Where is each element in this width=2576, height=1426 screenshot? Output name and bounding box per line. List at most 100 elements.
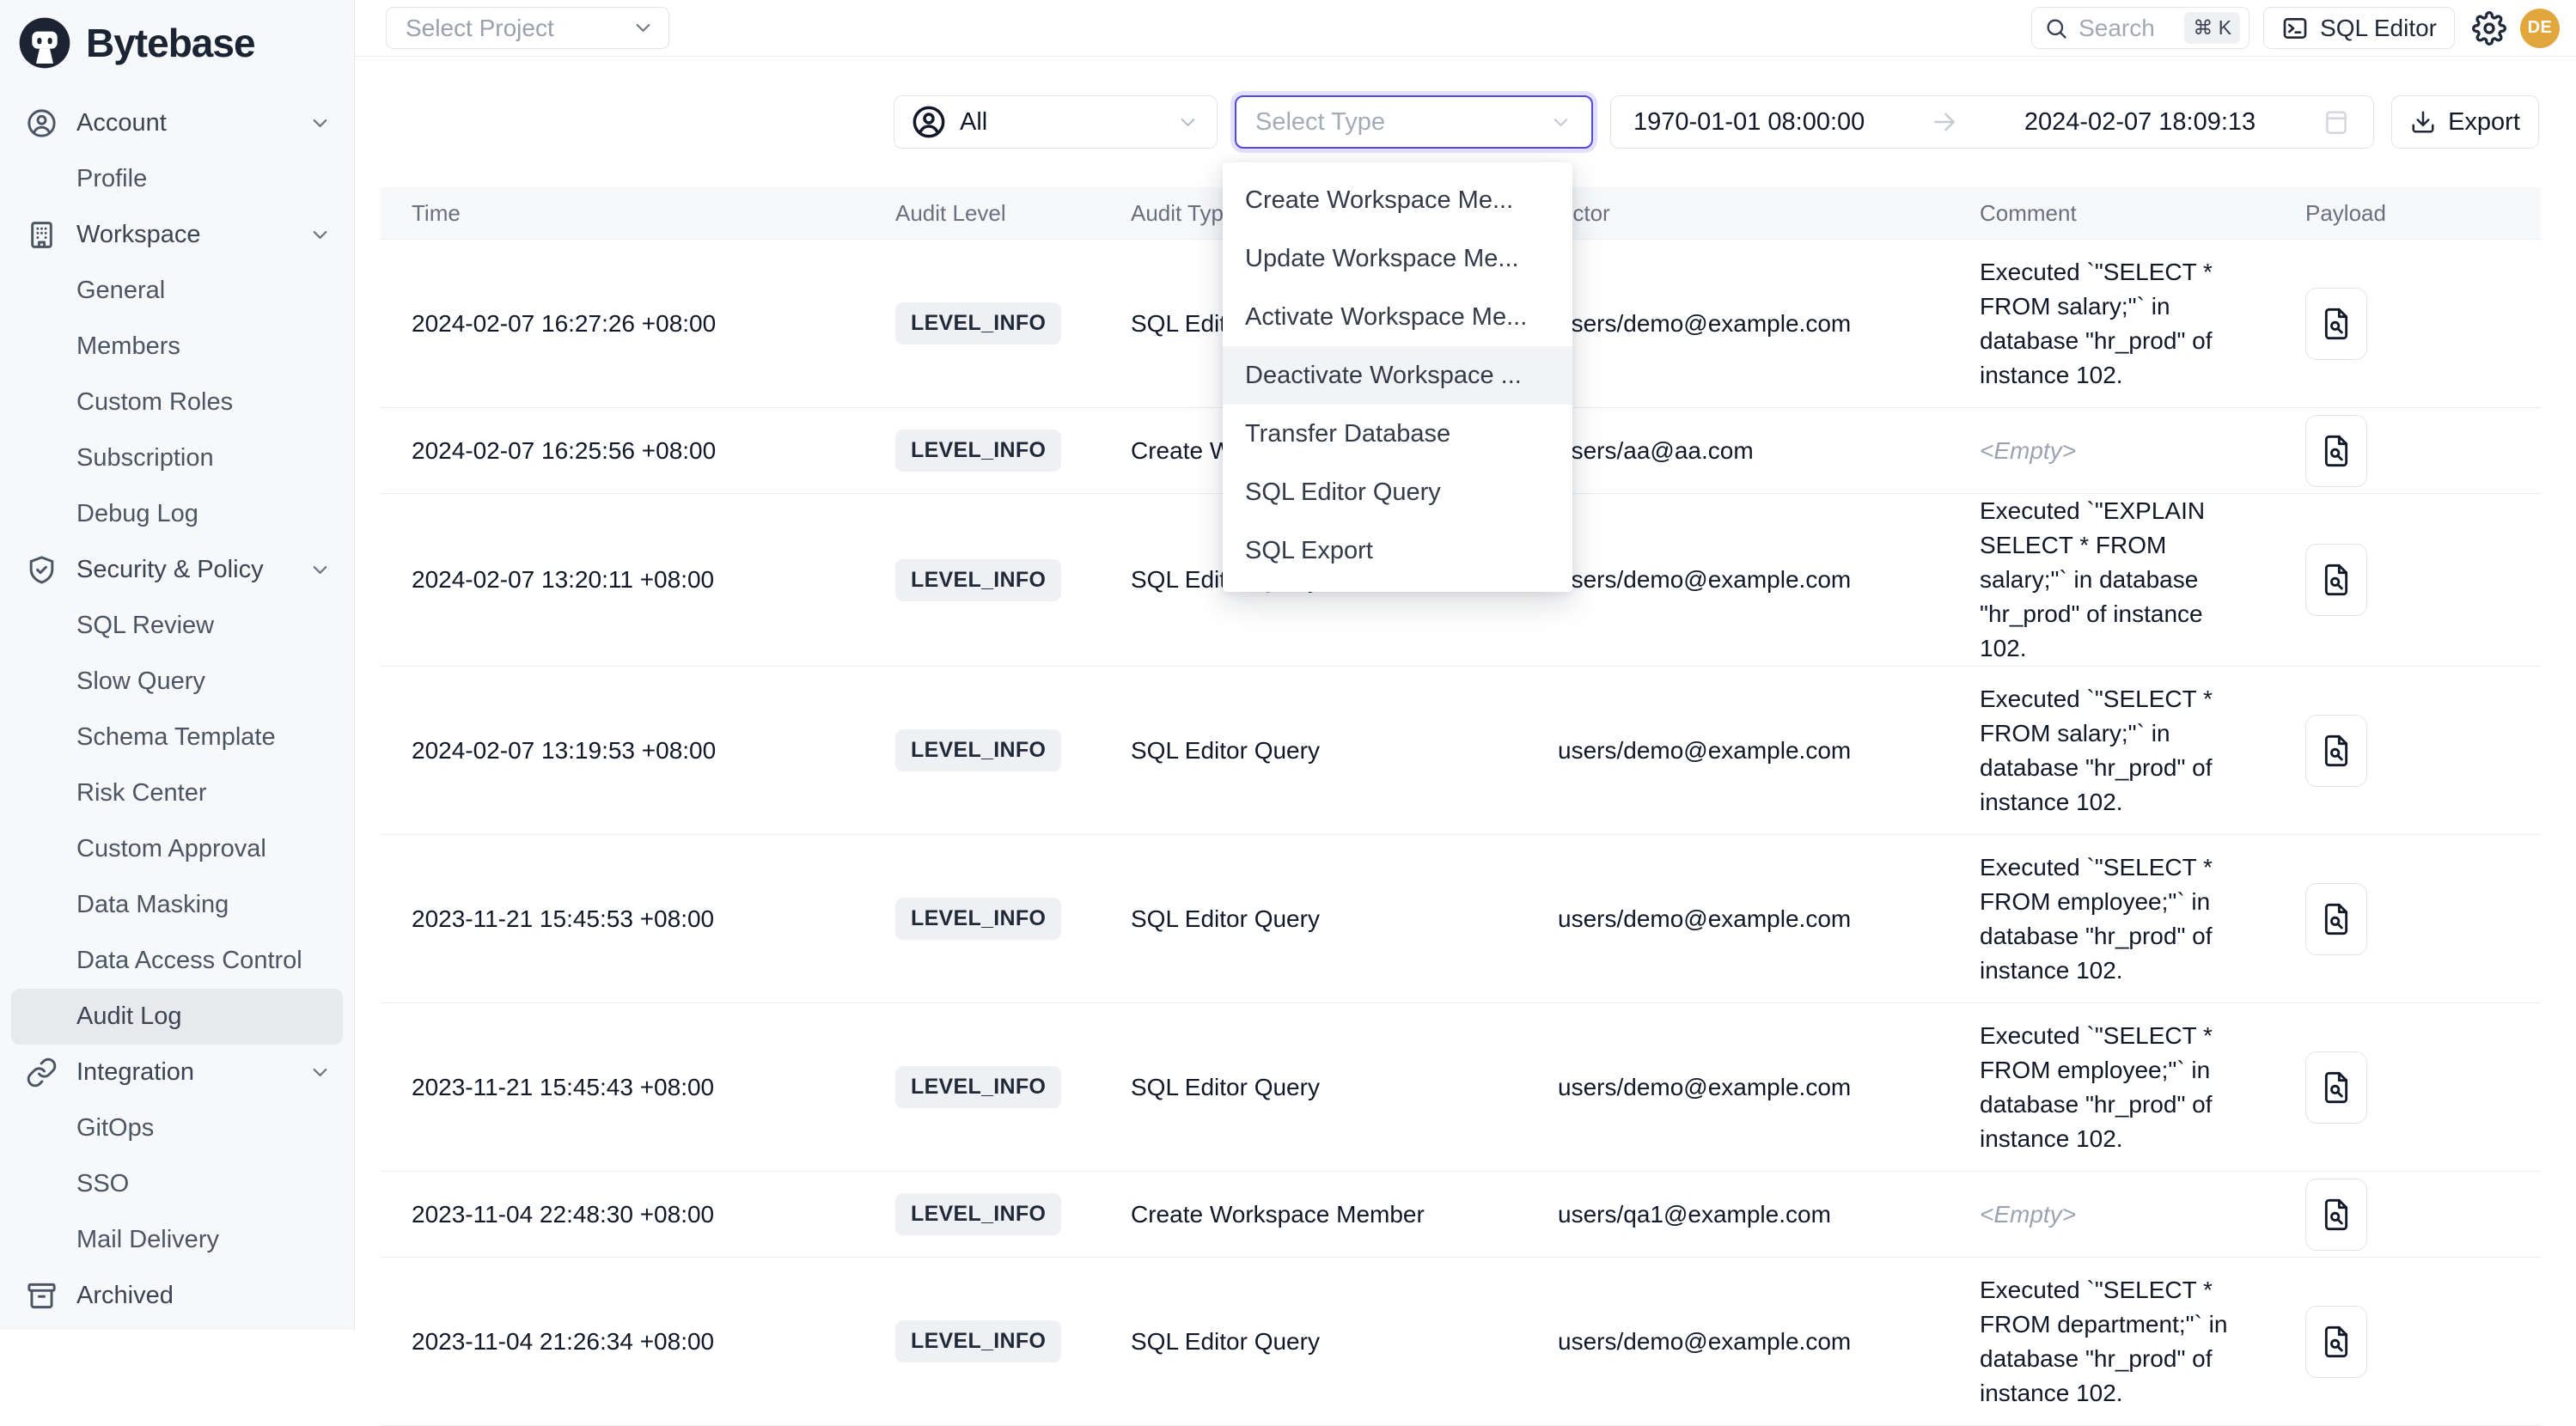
search-input[interactable]: Search ⌘ K: [2031, 7, 2249, 49]
sidebar-group-archived[interactable]: Archived: [0, 1268, 354, 1324]
chevron-down-icon: [632, 16, 655, 40]
cell-audit-level: LEVEL_INFO: [864, 898, 1100, 940]
brand-name: Bytebase: [86, 20, 255, 66]
actor-filter-select[interactable]: All: [894, 95, 1218, 149]
cell-actor: users/demo@example.com: [1527, 905, 1949, 933]
user-circle-icon: [26, 107, 58, 139]
table-row: 2023-11-21 15:45:43 +08:00LEVEL_INFOSQL …: [381, 1003, 2541, 1172]
sidebar-item-label: Subscription: [76, 444, 214, 472]
file-search-icon: [2319, 902, 2353, 936]
type-filter-placeholder: Select Type: [1255, 108, 1385, 137]
cell-time: 2023-11-04 22:48:30 +08:00: [381, 1201, 864, 1228]
search-shortcut-badge: ⌘ K: [2184, 12, 2240, 44]
brand-logo[interactable]: Bytebase: [0, 0, 354, 82]
cell-audit-level: LEVEL_INFO: [864, 1320, 1100, 1362]
column-header-payload: Payload: [2274, 200, 2541, 227]
sidebar-group-label: Security & Policy: [76, 556, 290, 584]
project-select[interactable]: Select Project: [386, 7, 669, 49]
comment-text: Executed `"SELECT * FROM salary;"` in da…: [1980, 682, 2244, 820]
sidebar-item-gitops[interactable]: GitOps: [11, 1100, 343, 1156]
download-icon: [2410, 109, 2436, 135]
payload-view-button[interactable]: [2305, 544, 2367, 616]
payload-view-button[interactable]: [2305, 715, 2367, 787]
terminal-icon: [2281, 15, 2309, 42]
building-icon: [26, 219, 58, 251]
cell-actor: users/demo@example.com: [1527, 1328, 1949, 1356]
sidebar-item-schema-template[interactable]: Schema Template: [11, 710, 343, 765]
sidebar-item-profile[interactable]: Profile: [11, 151, 343, 207]
sidebar-item-custom-approval[interactable]: Custom Approval: [11, 821, 343, 877]
sidebar-item-label: Mail Delivery: [76, 1226, 219, 1254]
sidebar-item-sso[interactable]: SSO: [11, 1156, 343, 1212]
chevron-down-icon: [308, 1061, 332, 1084]
cell-comment: Executed `"SELECT * FROM employee;"` in …: [1949, 1019, 2274, 1156]
chevron-down-icon: [308, 558, 332, 582]
sidebar-item-label: Data Access Control: [76, 947, 302, 975]
column-header-time: Time: [381, 200, 864, 227]
payload-view-button[interactable]: [2305, 415, 2367, 487]
gear-icon[interactable]: [2472, 11, 2506, 46]
cell-comment: Executed `"EXPLAIN SELECT * FROM salary;…: [1949, 494, 2274, 666]
type-option-deactivate-workspace[interactable]: Deactivate Workspace ...: [1223, 346, 1572, 405]
sql-editor-button[interactable]: SQL Editor: [2263, 7, 2455, 49]
user-circle-icon: [912, 105, 946, 139]
sidebar-item-general[interactable]: General: [11, 263, 343, 319]
type-option-activate-workspace-me[interactable]: Activate Workspace Me...: [1223, 288, 1572, 346]
export-button[interactable]: Export: [2391, 95, 2539, 149]
cell-actor: users/demo@example.com: [1527, 737, 1949, 765]
type-option-sql-editor-query[interactable]: SQL Editor Query: [1223, 463, 1572, 521]
sidebar-item-sql-review[interactable]: SQL Review: [11, 598, 343, 654]
type-option-update-workspace-me[interactable]: Update Workspace Me...: [1223, 229, 1572, 288]
cell-actor: users/demo@example.com: [1527, 310, 1949, 338]
sidebar-item-risk-center[interactable]: Risk Center: [11, 765, 343, 821]
sidebar-group-account[interactable]: Account: [0, 95, 354, 151]
level-badge: LEVEL_INFO: [895, 302, 1061, 344]
sidebar-item-custom-roles[interactable]: Custom Roles: [11, 375, 343, 430]
file-search-icon: [2319, 1197, 2353, 1232]
cell-actor: users/demo@example.com: [1527, 566, 1949, 594]
sidebar-group-security-policy[interactable]: Security & Policy: [0, 542, 354, 598]
sidebar-item-debug-log[interactable]: Debug Log: [11, 486, 343, 542]
cell-audit-type: Create Workspace Member: [1100, 1201, 1527, 1228]
avatar[interactable]: DE: [2520, 9, 2560, 48]
type-filter-select[interactable]: Select Type: [1235, 95, 1593, 149]
sidebar-item-audit-log[interactable]: Audit Log: [11, 989, 343, 1045]
chevron-down-icon: [308, 223, 332, 247]
type-option-transfer-database[interactable]: Transfer Database: [1223, 405, 1572, 463]
search-placeholder: Search: [2079, 15, 2174, 42]
payload-view-button[interactable]: [2305, 1051, 2367, 1124]
cell-actor: users/qa1@example.com: [1527, 1201, 1949, 1228]
comment-text: Executed `"EXPLAIN SELECT * FROM salary;…: [1980, 494, 2244, 666]
cell-payload: [2274, 415, 2541, 487]
cell-comment: Executed `"SELECT * FROM salary;"` in da…: [1949, 255, 2274, 393]
file-search-icon: [2319, 1070, 2353, 1105]
date-range-end: 2024-02-07 18:09:13: [2024, 108, 2256, 137]
cell-comment: Executed `"SELECT * FROM department;"` i…: [1949, 1273, 2274, 1411]
sidebar-item-data-access-control[interactable]: Data Access Control: [11, 933, 343, 989]
table-row: 2024-02-07 13:19:53 +08:00LEVEL_INFOSQL …: [381, 667, 2541, 835]
cell-audit-level: LEVEL_INFO: [864, 430, 1100, 472]
sidebar-group-integration[interactable]: Integration: [0, 1045, 354, 1100]
comment-text: Executed `"SELECT * FROM employee;"` in …: [1980, 850, 2244, 988]
payload-view-button[interactable]: [2305, 883, 2367, 955]
cell-audit-level: LEVEL_INFO: [864, 1193, 1100, 1235]
sidebar-item-mail-delivery[interactable]: Mail Delivery: [11, 1212, 343, 1268]
sidebar-item-label: SSO: [76, 1170, 129, 1198]
type-option-create-workspace-me[interactable]: Create Workspace Me...: [1223, 171, 1572, 229]
sidebar-item-subscription[interactable]: Subscription: [11, 430, 343, 486]
payload-view-button[interactable]: [2305, 288, 2367, 360]
sidebar-item-data-masking[interactable]: Data Masking: [11, 877, 343, 933]
type-option-sql-export[interactable]: SQL Export: [1223, 521, 1572, 580]
sql-editor-label: SQL Editor: [2320, 15, 2437, 42]
sidebar-item-slow-query[interactable]: Slow Query: [11, 654, 343, 710]
payload-view-button[interactable]: [2305, 1179, 2367, 1251]
date-range-picker[interactable]: 1970-01-01 08:00:00 2024-02-07 18:09:13: [1610, 95, 2374, 149]
cell-audit-level: LEVEL_INFO: [864, 729, 1100, 771]
sidebar-item-label: Data Masking: [76, 891, 229, 919]
sidebar-item-members[interactable]: Members: [11, 319, 343, 375]
payload-view-button[interactable]: [2305, 1306, 2367, 1378]
cell-payload: [2274, 544, 2541, 616]
chevron-down-icon: [1549, 111, 1572, 134]
cell-time: 2023-11-21 15:45:53 +08:00: [381, 905, 864, 933]
sidebar-group-workspace[interactable]: Workspace: [0, 207, 354, 263]
